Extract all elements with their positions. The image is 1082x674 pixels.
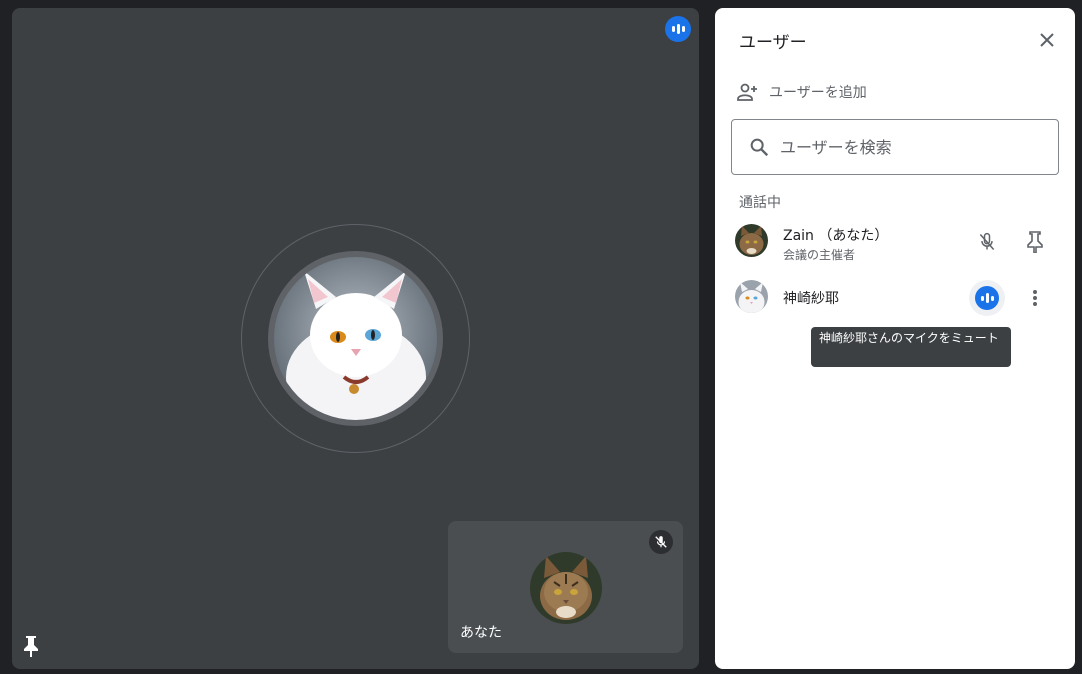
search-input[interactable] (780, 137, 1040, 157)
more-options-icon[interactable] (1017, 280, 1053, 316)
participant-row: Zain （あなた） 会議の主催者 (715, 218, 1075, 266)
mute-tooltip: 神崎紗耶さんのマイクをミュート (811, 327, 1011, 367)
speaker-avatar (274, 257, 437, 420)
close-icon[interactable] (1035, 28, 1059, 52)
meet-window: あなた ユーザー ユーザーを追加 通話中 (0, 0, 1082, 674)
mic-off-icon (649, 530, 673, 554)
self-name-label: あなた (460, 625, 502, 641)
participant-role: 会議の主催者 (783, 248, 856, 262)
person-add-icon (737, 83, 757, 101)
avatar (735, 280, 768, 313)
search-icon (750, 138, 769, 157)
avatar (735, 224, 768, 257)
panel-title: ユーザー (739, 33, 807, 53)
participant-name: Zain （あなた） (783, 228, 889, 244)
mic-off-icon[interactable] (969, 224, 1005, 260)
self-video-tile[interactable]: あなた (448, 521, 683, 653)
pin-icon (1027, 231, 1043, 253)
pin-icon[interactable] (22, 635, 40, 657)
in-call-section-label: 通話中 (739, 195, 781, 211)
search-field[interactable] (731, 119, 1059, 175)
speaking-indicator-icon (665, 16, 691, 42)
participant-name: 神崎紗耶 (783, 291, 839, 307)
pin-button[interactable] (1017, 224, 1053, 260)
participant-row: 神崎紗耶 (715, 274, 1075, 322)
speaking-indicator-icon (975, 286, 999, 310)
main-stage: あなた (12, 8, 699, 669)
add-user-button[interactable]: ユーザーを追加 (735, 80, 867, 104)
self-avatar (530, 552, 602, 624)
add-user-label: ユーザーを追加 (769, 85, 867, 101)
mute-participant-button[interactable] (969, 280, 1005, 316)
people-panel: ユーザー ユーザーを追加 通話中 (715, 8, 1075, 669)
